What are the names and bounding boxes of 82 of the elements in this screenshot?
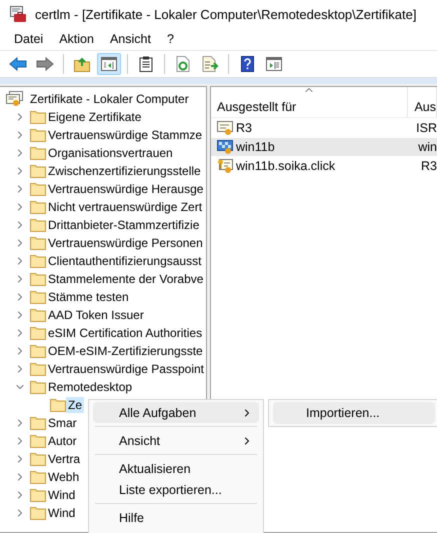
tree-item[interactable]: Stämme testen <box>46 289 131 305</box>
table-cell: win11b.soika.click <box>236 159 336 173</box>
tree-item[interactable]: Autor <box>46 433 79 449</box>
folder-icon <box>30 326 46 340</box>
folder-icon <box>30 128 46 142</box>
certificate-icon <box>217 139 234 155</box>
tree-item[interactable]: Vertrauenswürdige Passpoint <box>46 361 206 377</box>
folder-icon <box>30 164 46 178</box>
tree-item[interactable]: Wind <box>46 487 78 503</box>
tree-item[interactable]: Zwischenzertifizierungsstelle <box>46 163 203 179</box>
folder-icon <box>30 308 46 322</box>
folder-icon <box>30 254 46 268</box>
tree-item[interactable]: Vertrauenswürdige Herausge <box>46 181 206 197</box>
certificates-icon <box>6 91 24 107</box>
folder-icon <box>30 344 46 358</box>
folder-icon <box>30 416 46 430</box>
menu-item[interactable]: Aktualisieren <box>93 458 259 479</box>
menu-item[interactable]: Aktion <box>51 32 102 46</box>
folder-icon <box>30 218 46 232</box>
list-row[interactable]: win11b win <box>211 138 437 156</box>
folder-icon <box>30 506 46 520</box>
folder-icon <box>30 272 46 286</box>
menu-item[interactable]: Importieren... <box>273 402 435 424</box>
toolbar-button[interactable] <box>97 53 121 75</box>
list-row[interactable]: win11b.soika.click R3 <box>211 157 437 175</box>
tree-item[interactable]: Drittanbieter-Stammzertifizie <box>46 217 202 233</box>
menu-item[interactable]: Datei <box>6 32 52 46</box>
tree-item[interactable]: Vertrauenswürdige Stammze <box>46 127 204 143</box>
folder-icon <box>50 398 66 412</box>
clipboard-icon <box>139 56 153 72</box>
menu-item[interactable]: Alle Aufgaben <box>93 402 259 423</box>
menu-item[interactable]: Ansicht <box>102 32 159 46</box>
action-pane-icon <box>266 57 282 71</box>
tree-item[interactable]: Stammelemente der Vorabve <box>46 271 206 287</box>
list-row[interactable]: R3 ISR <box>211 119 437 137</box>
folder-icon <box>30 146 46 160</box>
tree-item[interactable]: Vertra <box>46 451 82 467</box>
console-tree-icon <box>101 57 117 71</box>
certificate-key-icon <box>217 158 234 174</box>
help-icon <box>240 56 254 72</box>
folder-icon <box>30 380 46 394</box>
folder-icon <box>30 200 46 214</box>
tree-item[interactable]: Organisationsvertrauen <box>46 145 175 161</box>
folder-icon <box>30 434 46 448</box>
folder-icon <box>30 182 46 196</box>
tree-item[interactable]: Nicht vertrauenswürdige Zert <box>46 199 204 215</box>
tree-item[interactable]: Webh <box>46 469 82 485</box>
menu-item[interactable]: ? <box>158 32 182 46</box>
tree-item[interactable]: AAD Token Issuer <box>46 307 146 323</box>
table-cell: R3 <box>421 159 437 173</box>
folder-icon <box>30 452 46 466</box>
table-cell: ISR <box>416 121 437 135</box>
window-title: certlm - [Zertifikate - Lokaler Computer\Remotedesktop\Zertifikate] <box>35 6 416 22</box>
tree-item[interactable]: Clientauthentifizierungsausst <box>46 253 204 269</box>
menu-item[interactable]: Ansicht <box>93 430 259 451</box>
tree-item[interactable]: Vertrauenswürdige Personen <box>46 235 205 251</box>
table-cell: win11b <box>236 140 275 154</box>
folder-up-icon <box>74 56 90 72</box>
tree-item[interactable]: Smar <box>46 415 79 431</box>
menu-item[interactable]: Hilfe <box>93 507 259 528</box>
tree-item[interactable]: eSIM Certification Authorities <box>46 325 204 341</box>
tree-item[interactable]: Eigene Zertifikate <box>46 109 144 125</box>
export-list-icon <box>202 56 218 72</box>
back-arrow-icon <box>9 57 27 71</box>
app-icon <box>10 6 27 22</box>
table-cell: R3 <box>236 121 252 135</box>
folder-icon <box>30 470 46 484</box>
menu-item[interactable]: Liste exportieren... <box>93 479 259 500</box>
folder-icon <box>30 362 46 376</box>
tree-item[interactable]: Wind <box>46 505 78 521</box>
refresh-icon <box>176 56 190 72</box>
table-cell: win <box>418 140 437 154</box>
folder-icon <box>30 290 46 304</box>
tree-item[interactable]: OEM-eSIM-Zertifizierungsste <box>46 343 205 359</box>
forward-arrow-icon <box>36 57 54 71</box>
folder-icon <box>30 110 46 124</box>
folder-icon <box>30 236 46 250</box>
tree-item[interactable]: Ze <box>66 397 84 413</box>
folder-icon <box>30 488 46 502</box>
certificate-icon <box>217 120 234 136</box>
tree-item[interactable]: Remotedesktop <box>46 379 134 395</box>
tree-root[interactable]: Zertifikate - Lokaler Computer <box>28 91 191 107</box>
